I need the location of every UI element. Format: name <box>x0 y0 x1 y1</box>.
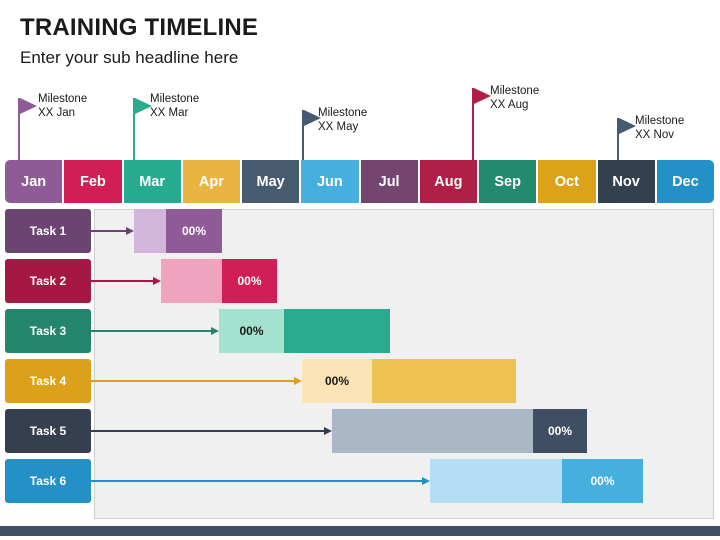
task-connector-line-6 <box>91 480 423 482</box>
month-label: Jun <box>316 173 343 190</box>
month-label: Jul <box>378 173 400 190</box>
task-bar-progress-5: 00% <box>533 409 587 453</box>
milestone-label-line2: XX Aug <box>490 99 529 111</box>
task-bar-4[interactable]: 00% <box>302 359 516 403</box>
milestone-label: Milestone XX May <box>318 106 367 134</box>
task-bar-5[interactable]: 00% <box>332 409 587 453</box>
month-cell-dec[interactable]: Dec <box>656 160 714 203</box>
page-title: TRAINING TIMELINE <box>20 14 259 41</box>
month-label: Jan <box>21 173 47 190</box>
task-label-6[interactable]: Task 6 <box>5 459 91 503</box>
task-bar-remaining-3: 00% <box>219 309 284 353</box>
month-cell-feb[interactable]: Feb <box>64 160 122 203</box>
task-label-text: Task 1 <box>29 224 67 238</box>
task-progress-label-2: 00% <box>237 274 262 288</box>
task-label-1[interactable]: Task 1 <box>5 209 91 253</box>
task-label-3[interactable]: Task 3 <box>5 309 91 353</box>
month-label: Oct <box>554 173 579 190</box>
task-label-5[interactable]: Task 5 <box>5 409 91 453</box>
milestone-label-line1: Milestone <box>635 115 685 127</box>
milestone-flag-icon <box>474 88 491 104</box>
task-bar-3[interactable]: 00% <box>219 309 390 353</box>
task-label-text: Task 6 <box>29 474 67 488</box>
milestone-label-line1: Milestone <box>38 93 88 105</box>
task-connector-line-2 <box>91 280 154 282</box>
month-label: Nov <box>612 173 640 190</box>
month-cell-nov[interactable]: Nov <box>597 160 655 203</box>
month-cell-may[interactable]: May <box>242 160 300 203</box>
month-label: May <box>256 173 285 190</box>
task-progress-label-5: 00% <box>547 424 573 438</box>
milestone-label-line1: Milestone <box>490 85 540 97</box>
month-cell-aug[interactable]: Aug <box>419 160 477 203</box>
milestone-label-line1: Milestone <box>318 107 368 119</box>
month-cell-jan[interactable]: Jan <box>5 160 63 203</box>
task-bar-progress-2: 00% <box>222 259 277 303</box>
task-progress-label-3: 00% <box>239 324 264 338</box>
month-cell-oct[interactable]: Oct <box>538 160 596 203</box>
milestone-label: Milestone XX Nov <box>635 114 684 142</box>
month-label: Aug <box>434 173 463 190</box>
milestone-label: Milestone XX Jan <box>38 92 87 120</box>
task-bar-2[interactable]: 00% <box>161 259 277 303</box>
task-label-text: Task 5 <box>29 424 67 438</box>
task-progress-label-6: 00% <box>590 474 615 488</box>
task-label-text: Task 4 <box>29 374 67 388</box>
month-label: Apr <box>198 173 224 190</box>
task-bar-1[interactable]: 00% <box>134 209 222 253</box>
milestone-label-line2: XX May <box>318 121 359 133</box>
task-bar-progress-1: 00% <box>166 209 222 253</box>
month-header-row: Jan Feb Mar Apr May Jun Jul Aug Sep Oct Nov Dec <box>5 160 714 203</box>
task-connector-arrow-icon-4 <box>294 376 302 385</box>
task-connector-arrow-icon-2 <box>153 276 161 285</box>
month-cell-mar[interactable]: Mar <box>123 160 181 203</box>
task-bar-progress-4 <box>372 359 516 403</box>
task-label-2[interactable]: Task 2 <box>5 259 91 303</box>
task-connector-arrow-icon-1 <box>126 226 134 235</box>
milestone-label: Milestone XX Mar <box>150 92 199 120</box>
task-bar-remaining-4: 00% <box>302 359 372 403</box>
task-connector-line-3 <box>91 330 212 332</box>
milestone-label-line2: XX Jan <box>38 107 76 119</box>
month-cell-sep[interactable]: Sep <box>479 160 537 203</box>
milestone-flag-icon <box>619 118 636 134</box>
month-cell-apr[interactable]: Apr <box>182 160 240 203</box>
month-label: Dec <box>672 173 699 190</box>
footer-bar <box>0 526 720 536</box>
task-bar-progress-3 <box>284 309 390 353</box>
task-connector-line-5 <box>91 430 325 432</box>
month-cell-jun[interactable]: Jun <box>301 160 359 203</box>
task-progress-label-4: 00% <box>324 374 350 388</box>
task-label-4[interactable]: Task 4 <box>5 359 91 403</box>
month-label: Feb <box>79 173 106 190</box>
task-connector-arrow-icon-3 <box>211 326 219 335</box>
task-bar-progress-6: 00% <box>562 459 643 503</box>
task-progress-label-1: 00% <box>181 224 207 238</box>
task-connector-arrow-icon-5 <box>324 426 332 435</box>
task-connector-line-4 <box>91 380 295 382</box>
milestone-label-line2: XX Mar <box>150 107 189 119</box>
task-bar-6[interactable]: 00% <box>430 459 643 503</box>
task-connector-line-1 <box>91 230 127 232</box>
milestone-label-line2: XX Nov <box>635 129 674 141</box>
month-cell-jul[interactable]: Jul <box>360 160 418 203</box>
milestone-label-line1: Milestone <box>150 93 200 105</box>
task-label-text: Task 2 <box>29 274 67 288</box>
slide-canvas: TRAINING TIMELINE Enter your sub headlin… <box>0 0 720 540</box>
milestone-label: Milestone XX Aug <box>490 84 539 112</box>
milestone-flag-icon <box>20 98 37 114</box>
task-connector-arrow-icon-6 <box>422 476 430 485</box>
page-subtitle: Enter your sub headline here <box>20 48 239 67</box>
task-label-text: Task 3 <box>29 324 67 338</box>
month-label: Sep <box>494 173 521 190</box>
month-label: Mar <box>139 173 166 190</box>
